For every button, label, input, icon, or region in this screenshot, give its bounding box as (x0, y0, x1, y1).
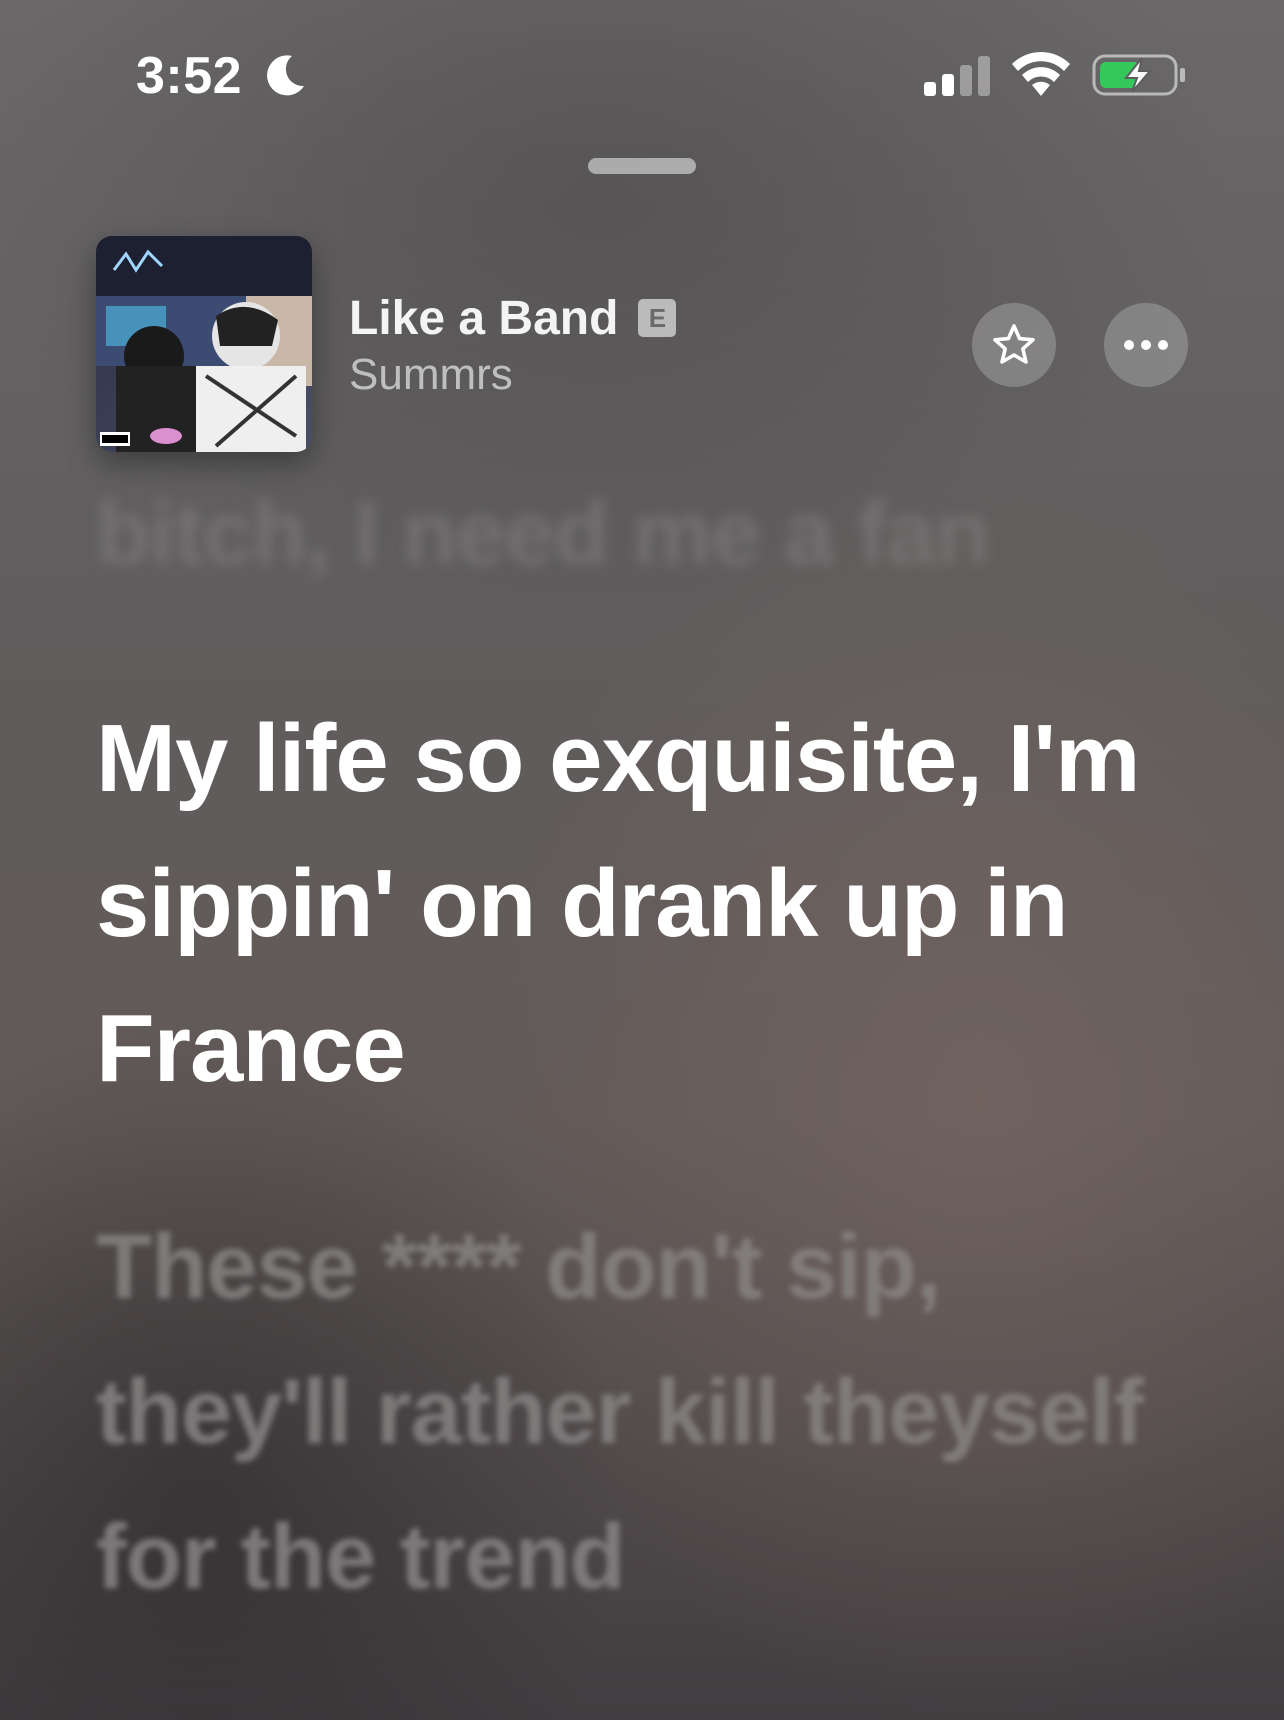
lyric-line-next[interactable]: These **** don't sip, they'll rather kil… (96, 1195, 1206, 1630)
track-title: Like a Band (349, 291, 619, 345)
track-info[interactable]: Like a Band E Summrs (349, 288, 909, 400)
now-playing-lyrics-screen: 3:52 Like a Band E Summrs bitch, I need … (0, 0, 1284, 1720)
star-icon (993, 324, 1035, 364)
album-artwork[interactable] (96, 236, 312, 452)
title-row: Like a Band E (349, 288, 909, 348)
cellular-signal-icon (924, 56, 990, 96)
wifi-icon (1012, 51, 1070, 96)
artist-name[interactable]: Summrs (349, 350, 909, 400)
sheet-grabber-handle[interactable] (588, 158, 696, 174)
status-bar: 3:52 (0, 0, 1284, 150)
status-time: 3:52 (136, 47, 243, 105)
lyric-line-previous[interactable]: bitch, I need me a fan (96, 462, 1206, 607)
battery-charging-icon (1092, 54, 1185, 96)
favorite-button[interactable] (972, 303, 1056, 387)
album-artwork-image (96, 236, 312, 452)
more-options-button[interactable] (1104, 303, 1188, 387)
explicit-badge: E (638, 299, 677, 337)
lyric-line-current[interactable]: My life so exquisite, I'm sippin' on dra… (96, 686, 1206, 1121)
moon-icon (267, 55, 304, 96)
ellipsis-icon (1124, 340, 1168, 350)
